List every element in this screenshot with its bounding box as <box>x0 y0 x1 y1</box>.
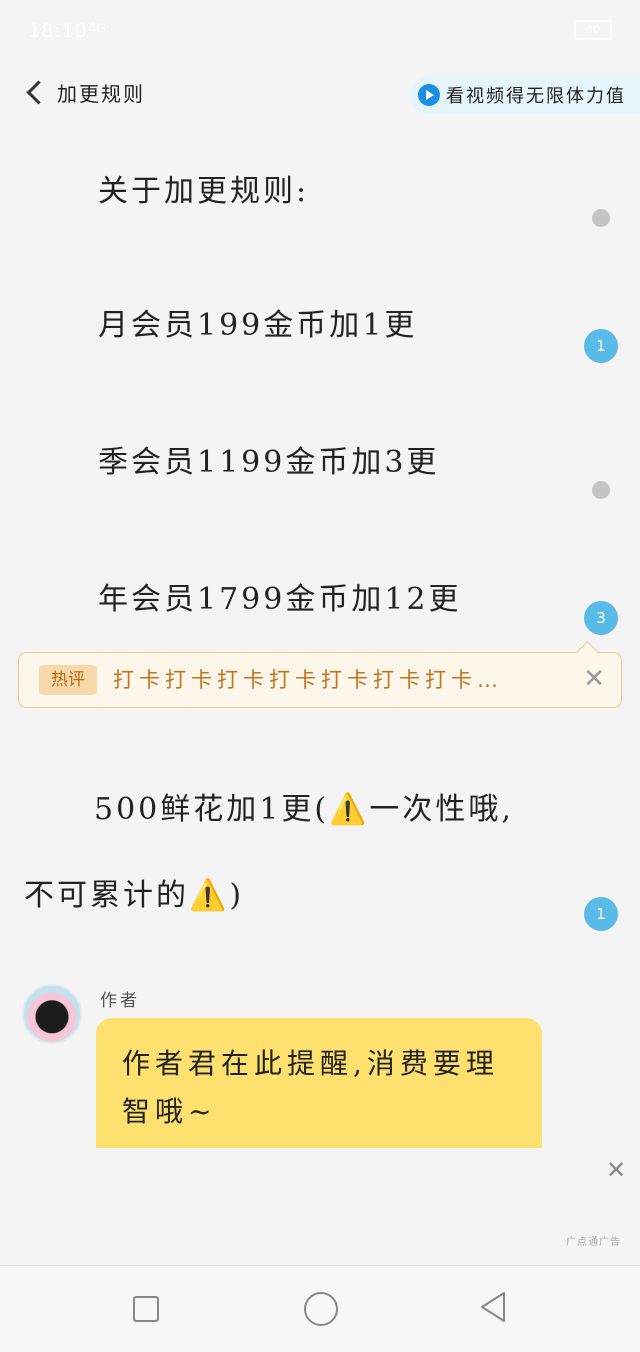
author-message-text: 作者君在此提醒,消费要理智哦~ <box>122 1047 499 1128</box>
home-icon[interactable] <box>304 1292 338 1326</box>
back-triangle-icon[interactable] <box>478 1290 508 1324</box>
status-right-icons: 40 <box>574 20 612 40</box>
paragraph-line: 月会员199金币加1更 <box>98 308 418 343</box>
status-bar: 18:10 4G 40 <box>0 0 640 60</box>
close-icon[interactable]: ✕ <box>583 664 605 694</box>
author-avatar[interactable] <box>22 984 82 1044</box>
comment-marker-count[interactable]: 1 <box>584 329 618 363</box>
comment-marker-empty[interactable] <box>592 209 610 227</box>
hot-comment-banner[interactable]: 热评 打卡打卡打卡打卡打卡打卡打卡… ✕ <box>18 652 622 708</box>
status-time: 18:10 <box>28 20 88 42</box>
author-message-bubble: 作者君在此提醒,消费要理智哦~ <box>96 1018 542 1148</box>
paragraph-line: 500鲜花加1更(⚠️一次性哦, <box>94 792 514 827</box>
play-circle-icon <box>418 84 440 106</box>
watch-video-button[interactable]: 看视频得无限体力值 <box>410 76 640 114</box>
battery-icon: 40 <box>574 20 612 40</box>
signal-icon: 4G <box>88 22 107 37</box>
watch-video-label: 看视频得无限体力值 <box>446 86 626 107</box>
chapter-heading: 关于加更规则: <box>98 174 310 209</box>
ad-label: 广点通广告 <box>566 1237 621 1248</box>
chevron-left-icon <box>26 80 51 105</box>
ad-close-icon[interactable]: ✕ <box>606 1156 626 1184</box>
hot-comment-tag: 热评 <box>39 665 97 695</box>
comment-marker-empty[interactable] <box>592 481 610 499</box>
paragraph-line: 年会员1799金币加12更 <box>98 582 462 617</box>
comment-marker-count[interactable]: 3 <box>584 601 618 635</box>
paragraph-line: 不可累计的⚠️) <box>24 878 245 913</box>
comment-marker-count[interactable]: 1 <box>584 897 618 931</box>
page-title: 加更规则 <box>57 82 145 106</box>
author-label: 作者 <box>100 991 140 1011</box>
back-button[interactable]: 加更规则 <box>26 78 145 107</box>
recent-apps-icon[interactable] <box>133 1296 159 1322</box>
paragraph-line: 季会员1199金币加3更 <box>98 445 440 480</box>
hot-comment-text: 打卡打卡打卡打卡打卡打卡打卡… <box>113 668 503 692</box>
